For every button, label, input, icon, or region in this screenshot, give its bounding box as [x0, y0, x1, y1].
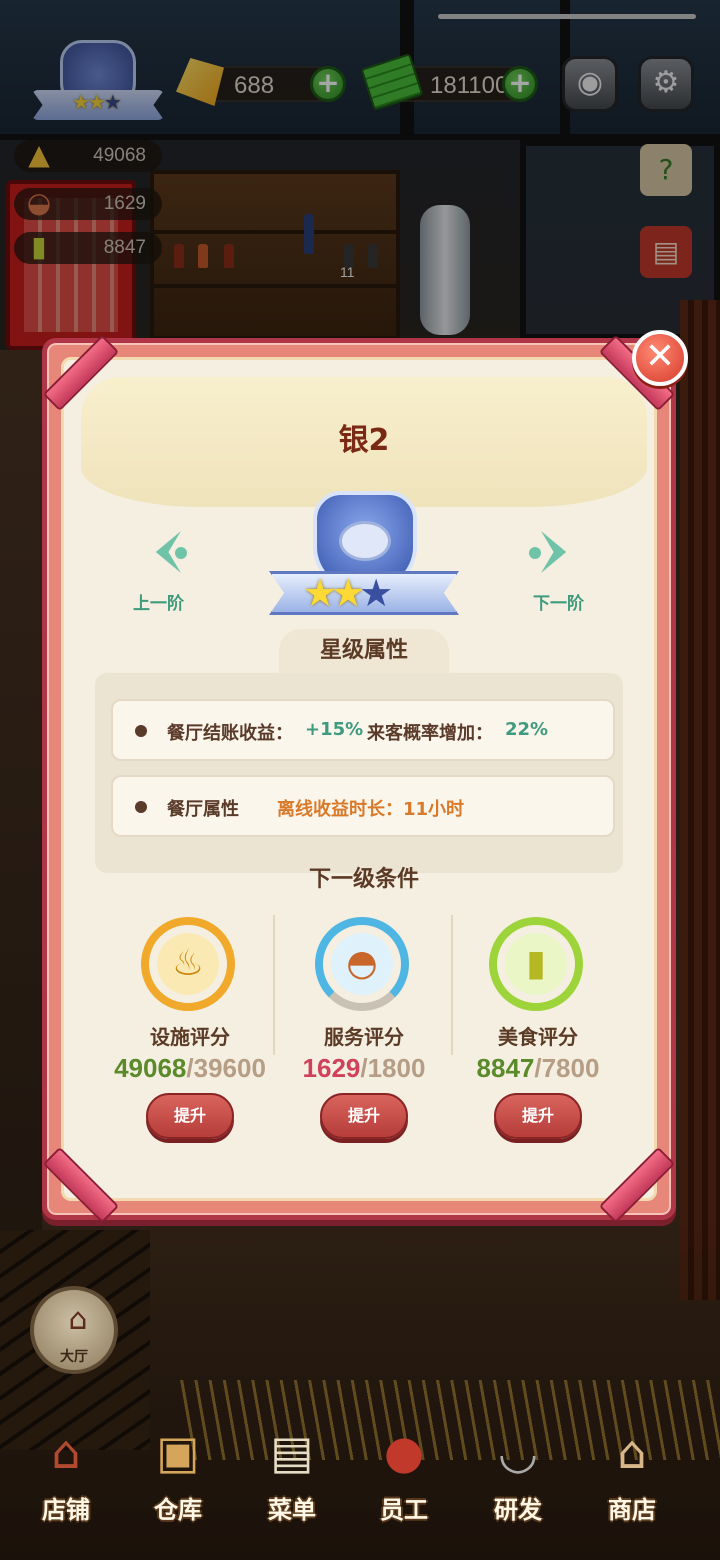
upgrade-food-button[interactable]: 提升: [494, 1093, 582, 1139]
wok-icon: ◡: [497, 1425, 539, 1479]
rank-star-rating: ★★★: [303, 571, 393, 615]
star-filled-icon: ★: [331, 571, 365, 615]
star-filled-icon: ★: [303, 571, 337, 615]
nav-shop-front[interactable]: ⌂ 店铺: [10, 1418, 122, 1544]
next-level-title: 下一级条件: [308, 867, 419, 892]
close-icon: ✕: [644, 336, 676, 377]
rank-title: 银2: [338, 423, 390, 458]
service-required: /1800: [360, 1053, 426, 1083]
nav-label: 菜单: [268, 1496, 316, 1524]
rank-panel: 银2 上一阶 下一阶 ★★★ 星级属性 餐厅结账收益： +15% 来客概率增加：…: [42, 334, 676, 1224]
service-current: 1629: [302, 1053, 361, 1083]
condition-food: ▮ 美食评分 8847/7800 提升: [451, 917, 625, 1157]
nav-label: 商店: [608, 1496, 656, 1524]
attribute-row: 餐厅结账收益： +15% 来客概率增加： 22%: [111, 699, 615, 761]
shop-stall-icon: ⌂: [617, 1425, 647, 1479]
visitor-rate-value: 22%: [505, 719, 549, 740]
nav-label: 员工: [380, 1496, 428, 1524]
star-empty-icon: ★: [359, 571, 393, 615]
frying-pan-icon: [339, 521, 391, 561]
service-ring: ◓: [315, 917, 409, 1011]
nav-staff[interactable]: ● 员工: [348, 1418, 460, 1544]
service-label: 服务评分: [324, 1025, 404, 1049]
hall-label: 大厅: [60, 1349, 88, 1365]
next-tier-button[interactable]: [529, 525, 595, 585]
prev-tier-button[interactable]: [133, 525, 193, 585]
next-tier-label[interactable]: 下一阶: [533, 589, 584, 614]
hall-button[interactable]: ⌂ 大厅: [30, 1286, 118, 1374]
food-label: 美食评分: [498, 1025, 578, 1049]
clipboard-icon: ▤: [270, 1425, 314, 1479]
attributes-title: 星级属性: [279, 629, 449, 673]
facility-label: 设施评分: [150, 1025, 230, 1049]
attribute-row: 餐厅属性 离线收益时长：11小时: [111, 775, 615, 837]
storefront-icon: ⌂: [51, 1425, 81, 1479]
checkout-income-value: +15%: [305, 719, 364, 740]
food-ring: ▮: [489, 917, 583, 1011]
house-icon: ⌂: [68, 1302, 88, 1337]
arrow-right-icon: [541, 531, 567, 573]
nav-label: 研发: [494, 1496, 542, 1524]
facility-current: 49068: [114, 1053, 187, 1083]
visitor-rate-label: 来客概率增加：: [367, 723, 493, 744]
condition-facility: ♨ 设施评分 49068/39600 提升: [103, 917, 277, 1157]
upgrade-facility-button[interactable]: 提升: [146, 1093, 234, 1139]
restaurant-attr-label: 餐厅属性: [167, 799, 239, 820]
condition-service: ◓ 服务评分 1629/1800 提升: [277, 917, 451, 1157]
facility-progress: 49068/39600: [103, 1053, 277, 1084]
rank-emblem: ★★★: [269, 491, 459, 623]
food-current: 8847: [476, 1053, 535, 1083]
boxes-icon: ▣: [156, 1425, 200, 1479]
service-tray-icon: ◓: [331, 933, 393, 995]
food-progress: 8847/7800: [451, 1053, 625, 1084]
menu-book-icon: ▮: [505, 933, 567, 995]
cooking-pot-icon: ♨: [157, 933, 219, 995]
nav-label: 仓库: [154, 1496, 202, 1524]
bullet-icon: [135, 725, 147, 737]
checkout-income-label: 餐厅结账收益：: [167, 723, 293, 744]
facility-ring: ♨: [141, 917, 235, 1011]
service-progress: 1629/1800: [277, 1053, 451, 1084]
food-required: /7800: [534, 1053, 600, 1083]
nav-menu[interactable]: ▤ 菜单: [236, 1418, 348, 1544]
bullet-icon: [135, 801, 147, 813]
offline-income-value: 离线收益时长：11小时: [277, 799, 465, 820]
upgrade-service-button[interactable]: 提升: [320, 1093, 408, 1139]
nav-research[interactable]: ◡ 研发: [462, 1418, 574, 1544]
close-button[interactable]: ✕: [632, 330, 688, 386]
nav-warehouse[interactable]: ▣ 仓库: [122, 1418, 234, 1544]
nav-label: 店铺: [42, 1496, 90, 1524]
prev-tier-label[interactable]: 上一阶: [133, 589, 184, 614]
nav-store[interactable]: ⌂ 商店: [576, 1418, 688, 1544]
staff-avatar-icon: ●: [383, 1425, 425, 1479]
facility-required: /39600: [186, 1053, 266, 1083]
